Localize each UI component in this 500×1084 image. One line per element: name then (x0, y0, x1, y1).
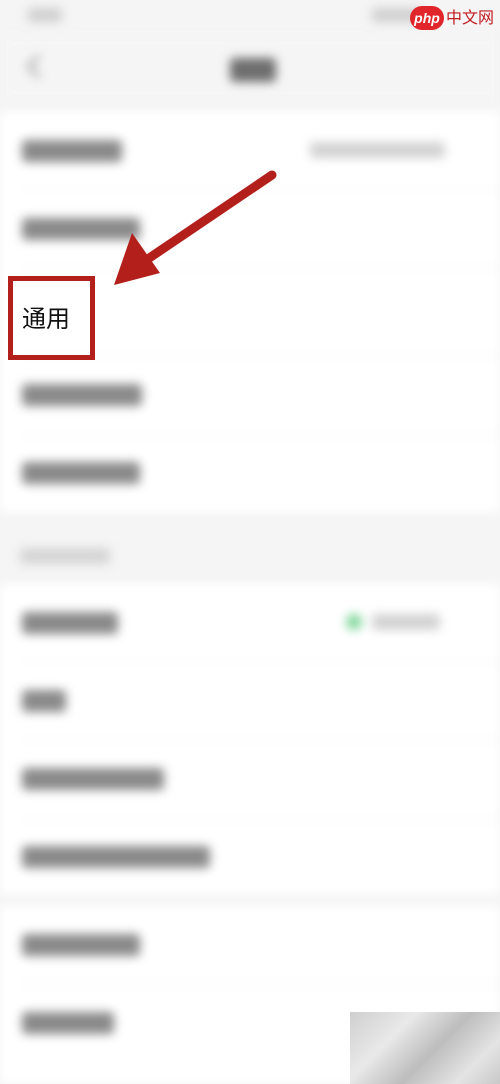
settings-screen: 通用 php 中文网 (0, 0, 500, 1084)
row-label (22, 384, 142, 406)
settings-group-2 (0, 584, 500, 894)
settings-row-6[interactable] (0, 584, 500, 662)
nav-bar (0, 36, 500, 100)
row-label (22, 140, 122, 162)
back-arrow-icon[interactable] (26, 54, 51, 79)
row-label (22, 934, 140, 956)
highlight-box (8, 276, 95, 360)
watermark-text: 中文网 (446, 8, 495, 27)
row-label (22, 690, 66, 712)
settings-row-4[interactable] (0, 356, 500, 434)
page-title (230, 58, 276, 82)
settings-row-9[interactable] (0, 818, 500, 896)
row-label (22, 462, 140, 484)
settings-row-7[interactable] (0, 662, 500, 740)
pointer-arrow-icon (114, 170, 277, 285)
pixelated-corner (350, 1012, 500, 1084)
settings-row-10[interactable] (0, 906, 500, 984)
row-label (22, 846, 210, 868)
settings-row-5[interactable] (0, 434, 500, 512)
row-value (372, 614, 440, 630)
status-time (28, 8, 62, 22)
row-label (22, 768, 164, 790)
settings-row-8[interactable] (0, 740, 500, 818)
row-value (310, 142, 445, 158)
watermark-logo: php 中文网 (410, 6, 500, 30)
row-label (22, 1012, 114, 1034)
section-header (20, 548, 110, 564)
row-label (22, 612, 118, 634)
watermark-badge: php (410, 6, 444, 30)
status-dot-icon (346, 614, 362, 630)
